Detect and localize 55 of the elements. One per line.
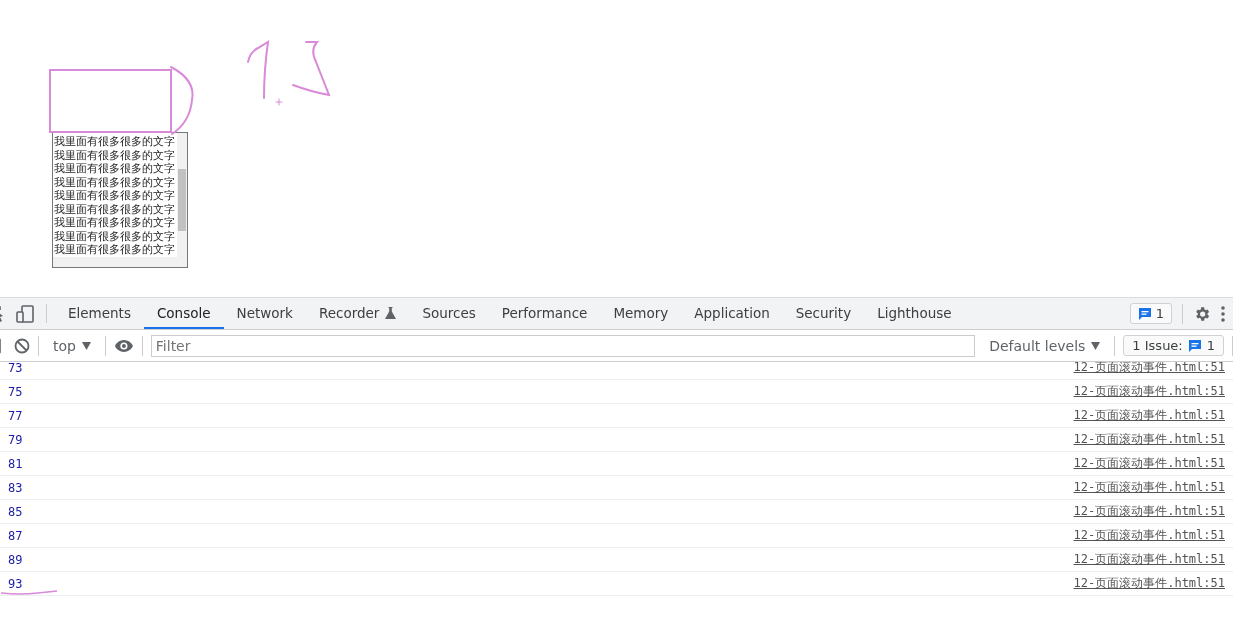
text-line: 我里面有很多很多的文字 — [53, 162, 176, 176]
vertical-scrollbar[interactable] — [177, 133, 187, 257]
text-line: 我里面有很多很多的文字 — [53, 229, 176, 243]
tab[interactable]: Security — [782, 298, 865, 329]
horizontal-scrollbar[interactable] — [53, 257, 187, 267]
underline-mark — [0, 590, 58, 595]
eye-icon[interactable] — [113, 338, 134, 353]
log-value: 79 — [8, 432, 23, 447]
source-link[interactable]: 12-页面滚动事件.html:51 — [1073, 527, 1225, 544]
source-link[interactable]: 12-页面滚动事件.html:51 — [1073, 383, 1225, 400]
message-icon — [1137, 306, 1152, 321]
log-value: 87 — [8, 528, 23, 543]
source-link[interactable]: 12-页面滚动事件.html:51 — [1073, 503, 1225, 520]
log-value: 85 — [8, 504, 23, 519]
device-icon[interactable] — [16, 304, 34, 323]
source-link[interactable]: 12-页面滚动事件.html:51 — [1073, 407, 1225, 424]
flask-icon — [385, 306, 397, 319]
more-menu-icon[interactable] — [1221, 305, 1225, 322]
tab[interactable]: Network — [223, 298, 306, 329]
tab[interactable]: Memory — [600, 298, 682, 329]
text-line: 我里面有很多很多的文字 — [53, 216, 176, 230]
source-link[interactable]: 12-页面滚动事件.html:51 — [1073, 431, 1225, 448]
context-dropdown[interactable]: top — [47, 336, 97, 355]
filter-field[interactable]: Filter — [150, 334, 976, 357]
text-line: 我里面有很多很多的文字 — [53, 175, 176, 189]
tab[interactable]: Sources — [409, 298, 489, 329]
text-line: 我里面有很多很多的文字 — [53, 135, 176, 149]
text-line: 我里面有很多很多的文字 — [53, 148, 176, 162]
log-value: 73 — [8, 362, 23, 375]
levels-dropdown[interactable]: Default levels — [983, 336, 1107, 355]
issues-badge[interactable]: 1 — [1129, 303, 1172, 324]
text-line: 我里面有很多很多的文字 — [53, 189, 176, 203]
tab[interactable]: Application — [681, 298, 783, 329]
source-link[interactable]: 12-页面滚动事件.html:51 — [1073, 551, 1225, 568]
message-icon — [1187, 338, 1202, 353]
source-link[interactable]: 12-页面滚动事件.html:51 — [1073, 575, 1225, 592]
scroll-box[interactable]: 我里面有很多很多的文字 我里面有很多很多的文字 我里面有很多很多的文字 我里面有很多很多的文字 我里面有很多很多的文字 我里面有很多很多的文字 我里面有很多很多的文字 我里面有很多很多的文字 我里面有很多很多的文字 — [52, 132, 188, 268]
caret-icon — [1091, 341, 1101, 350]
text-line: 我里面有很多很多的文字 — [53, 243, 176, 257]
clear-icon[interactable] — [14, 337, 30, 354]
log-value: 75 — [8, 384, 23, 399]
source-link[interactable]: 12-页面滚动事件.html:51 — [1073, 455, 1225, 472]
log-value: 93 — [8, 576, 23, 591]
tab[interactable]: Recorder — [305, 298, 410, 329]
tab[interactable]: Performance — [488, 298, 601, 329]
log-value: 83 — [8, 480, 23, 495]
log-value: 81 — [8, 456, 23, 471]
log-value: 77 — [8, 408, 23, 423]
source-link[interactable]: 12-页面滚动事件.html:51 — [1073, 479, 1225, 496]
issues-button[interactable]: 1 Issue: 1 — [1123, 335, 1225, 356]
caret-icon — [81, 341, 91, 350]
text-line: 我里面有很多很多的文字 — [53, 202, 176, 216]
log-value: 89 — [8, 552, 23, 567]
tab[interactable]: Lighthouse — [864, 298, 965, 329]
tab[interactable]: Elements — [55, 298, 144, 329]
